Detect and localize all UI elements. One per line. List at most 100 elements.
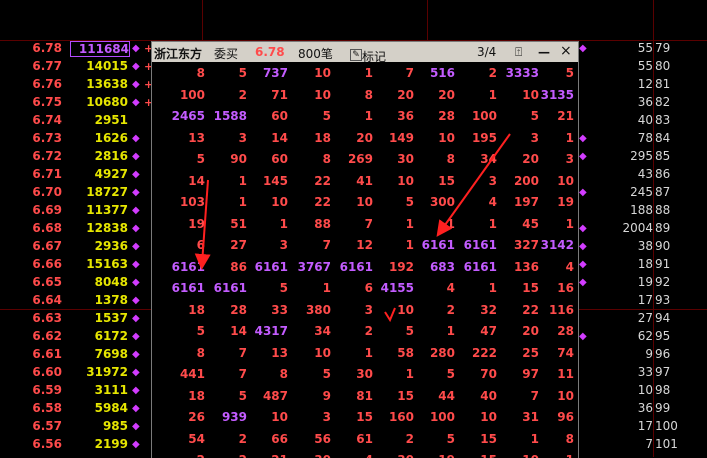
bid-level-row[interactable]: 6.67 2936 ◆ xyxy=(0,239,150,257)
size-value: 40 xyxy=(637,113,653,127)
size-index: 85 xyxy=(655,149,671,163)
diamond-icon: ◆ xyxy=(132,403,140,414)
size-value: 36 xyxy=(637,95,653,109)
bid-price: 6.75 xyxy=(32,95,62,109)
bid-price: 6.69 xyxy=(32,203,62,217)
order-queue-popup[interactable]: 浙江东方 委买 6.78 800笔 ✎ 标记 3/4 ⍐ — × 8 5 737 10 1… xyxy=(151,41,579,458)
diamond-icon: ◆ xyxy=(132,439,140,450)
bid-level-row[interactable]: 6.77 14015 ◆ + xyxy=(0,59,153,77)
bid-level-row[interactable]: 6.71 4927 ◆ xyxy=(0,167,150,185)
bid-volume: 31972 xyxy=(86,365,128,379)
size-value: 17 xyxy=(637,419,653,433)
bid-price: 6.73 xyxy=(32,131,62,145)
diamond-icon: ◆ xyxy=(132,295,140,306)
diamond-icon: ◆ xyxy=(132,133,140,144)
bid-level-row[interactable]: 6.73 1626 ◆ xyxy=(0,131,150,149)
bid-level-row[interactable]: 6.68 12838 ◆ xyxy=(0,221,150,239)
diamond-icon: ◆ xyxy=(132,313,140,324)
bid-volume: 3111 xyxy=(94,383,128,397)
diamond-icon: ◆ xyxy=(132,367,140,378)
size-index: 101 xyxy=(655,437,678,451)
bid-level-row[interactable]: 6.59 3111 ◆ xyxy=(0,383,150,401)
diamond-icon: ◆ xyxy=(579,151,587,162)
size-value: 19 xyxy=(637,275,653,289)
diamond-icon: ◆ xyxy=(132,241,140,252)
bid-level-row[interactable]: 6.75 10680 ◆ + xyxy=(0,95,153,113)
size-row: 43 86 xyxy=(575,167,707,185)
grid-line-v1 xyxy=(202,0,203,40)
bid-level-row[interactable]: 6.62 6172 ◆ xyxy=(0,329,150,347)
bid-level-row[interactable]: 6.57 985 ◆ xyxy=(0,419,150,437)
size-row: 9 96 xyxy=(575,347,707,365)
bid-price: 6.63 xyxy=(32,311,62,325)
bid-price: 6.66 xyxy=(32,257,62,271)
size-row: ◆ 245 87 xyxy=(575,185,707,203)
size-index: 90 xyxy=(655,239,671,253)
size-row: 33 97 xyxy=(575,365,707,383)
bid-price: 6.67 xyxy=(32,239,62,253)
bid-level-row[interactable]: 6.65 8048 ◆ xyxy=(0,275,150,293)
bid-price: 6.70 xyxy=(32,185,62,199)
size-row: 55 80 xyxy=(575,59,707,77)
bid-level-row[interactable]: 6.70 18727 ◆ xyxy=(0,185,150,203)
bid-level-row[interactable]: 6.64 1378 ◆ xyxy=(0,293,150,311)
size-value: 27 xyxy=(637,311,653,325)
size-index: 93 xyxy=(655,293,671,307)
bid-level-row[interactable]: 6.56 2199 ◆ xyxy=(0,437,150,455)
bid-level-row[interactable]: 6.78 111684 ◆ + xyxy=(0,41,153,59)
diamond-icon: ◆ xyxy=(132,385,140,396)
size-index: 87 xyxy=(655,185,671,199)
bid-level-row[interactable]: 6.58 5984 ◆ xyxy=(0,401,150,419)
size-index: 80 xyxy=(655,59,671,73)
diamond-icon: ◆ xyxy=(132,187,140,198)
size-row: ◆ 19 92 xyxy=(575,275,707,293)
bid-level-row[interactable]: 6.74 2951 xyxy=(0,113,150,131)
size-value: 62 xyxy=(637,329,653,343)
size-row: 40 83 xyxy=(575,113,707,131)
bid-level-row[interactable]: 6.63 1537 ◆ xyxy=(0,311,150,329)
size-value: 43 xyxy=(637,167,653,181)
size-value: 10 xyxy=(637,383,653,397)
size-value: 2004 xyxy=(622,221,653,235)
diamond-icon: ◆ xyxy=(132,43,140,54)
bid-level-row[interactable]: 6.60 31972 ◆ xyxy=(0,365,150,383)
size-row: ◆ 62 95 xyxy=(575,329,707,347)
bid-volume: 14015 xyxy=(86,59,128,73)
bid-level-row[interactable]: 6.72 2816 ◆ xyxy=(0,149,150,167)
bid-volume: 1378 xyxy=(94,293,128,307)
bid-volume: 18727 xyxy=(86,185,128,199)
arrow-down-left xyxy=(194,179,211,270)
diamond-icon: ◆ xyxy=(579,43,587,54)
bid-level-row[interactable]: 6.69 11377 ◆ xyxy=(0,203,150,221)
size-index: 97 xyxy=(655,365,671,379)
diamond-icon: ◆ xyxy=(579,223,587,234)
size-index: 100 xyxy=(655,419,678,433)
size-index: 91 xyxy=(655,257,671,271)
size-row: 36 82 xyxy=(575,95,707,113)
size-index: 84 xyxy=(655,131,671,145)
bid-level-row[interactable]: 6.66 15163 ◆ xyxy=(0,257,150,275)
size-row: ◆ 38 90 xyxy=(575,239,707,257)
check-mark xyxy=(384,307,396,323)
bid-volume: 2816 xyxy=(94,149,128,163)
bid-price: 6.76 xyxy=(32,77,62,91)
diamond-icon: ◆ xyxy=(579,331,587,342)
size-value: 55 xyxy=(637,59,653,73)
size-value: 9 xyxy=(645,347,653,361)
annotation-arrows xyxy=(194,133,511,323)
bid-level-row[interactable]: 6.76 13638 ◆ + xyxy=(0,77,153,95)
diamond-icon: ◆ xyxy=(579,277,587,288)
size-value: 188 xyxy=(630,203,653,217)
bid-price: 6.65 xyxy=(32,275,62,289)
size-value: 12 xyxy=(637,77,653,91)
diamond-icon: ◆ xyxy=(132,349,140,360)
size-index: 88 xyxy=(655,203,671,217)
size-index: 95 xyxy=(655,329,671,343)
diamond-icon: ◆ xyxy=(132,79,140,90)
bid-level-row[interactable]: 6.61 7698 ◆ xyxy=(0,347,150,365)
bid-price: 6.64 xyxy=(32,293,62,307)
size-index: 81 xyxy=(655,77,671,91)
size-value: 78 xyxy=(637,131,653,145)
size-index: 92 xyxy=(655,275,671,289)
size-row: 12 81 xyxy=(575,77,707,95)
